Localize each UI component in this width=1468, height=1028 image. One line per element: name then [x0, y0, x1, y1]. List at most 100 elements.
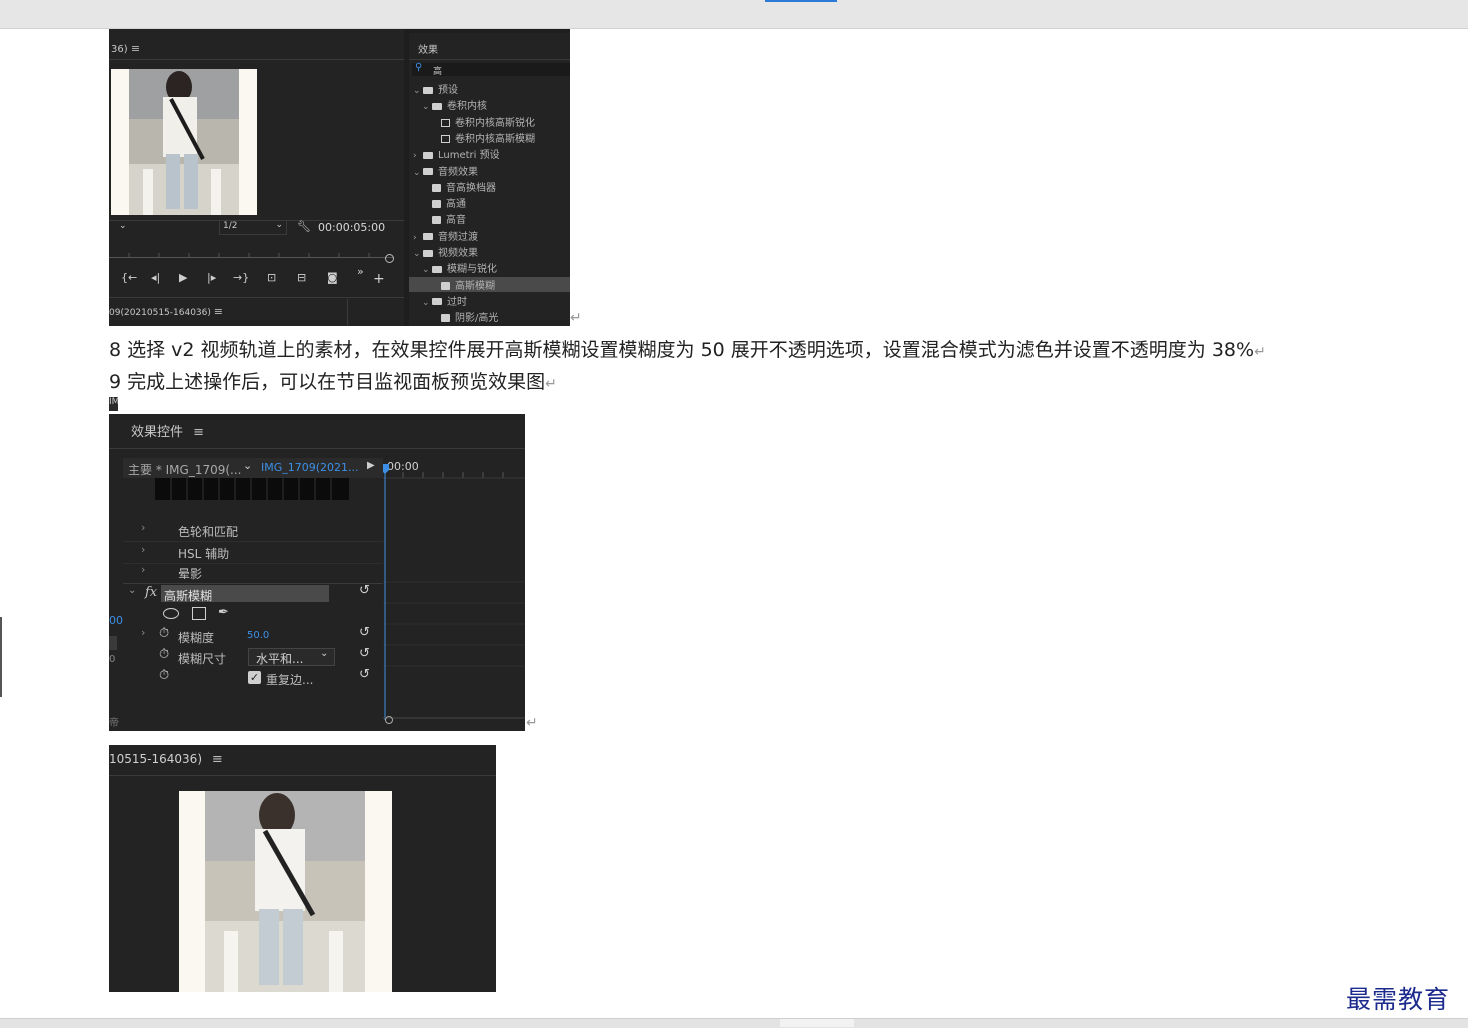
menu-icon[interactable]: ≡ — [214, 305, 223, 318]
zoom-handle[interactable] — [385, 716, 393, 724]
chevron-right-icon[interactable]: › — [141, 521, 145, 534]
chevron-right-icon[interactable]: › — [141, 543, 145, 556]
playhead-end-handle[interactable] — [385, 254, 394, 263]
wrench-icon[interactable]: 🔧︎ — [297, 220, 311, 233]
effects-tree-item[interactable]: ⌄ 卷积内核 — [409, 97, 570, 112]
chevron-right-icon[interactable]: › — [141, 626, 145, 639]
camera-icon[interactable]: ◙ — [327, 271, 338, 284]
stopwatch-icon[interactable]: ⏱︎ — [159, 647, 169, 662]
effects-tree-label: 高通 — [446, 199, 466, 211]
effects-tree-item[interactable]: ⌄ 音频效果 — [409, 163, 570, 178]
repeat-edge-checkbox[interactable]: ✓ — [248, 671, 261, 684]
effects-tree-label: 视频效果 — [438, 248, 478, 259]
effects-tree-item[interactable]: 高通 — [409, 195, 570, 210]
thumbnail-frames — [170, 478, 332, 500]
zoom-select[interactable]: 1/2 ⌄ — [219, 220, 287, 235]
blur-dimensions-select[interactable]: 水平和... ⌄ — [248, 648, 335, 666]
chevron-right-icon[interactable]: › — [413, 233, 423, 243]
effects-tree-label: 模糊与锐化 — [447, 264, 497, 276]
effects-panel-title[interactable]: 效果 — [418, 41, 438, 56]
time-ruler[interactable] — [109, 243, 393, 258]
effects-tree-item[interactable]: ⌄ 预设 — [409, 81, 570, 96]
effect-icon — [441, 314, 450, 323]
effect-controls-title[interactable]: 效果控件 ≡ — [131, 421, 204, 440]
step-forward-icon[interactable]: |▸ — [207, 271, 216, 284]
divider — [109, 448, 525, 449]
bottom-tab[interactable]: 09(20210515-164036) ≡ — [109, 305, 223, 318]
add-icon[interactable]: + — [373, 271, 385, 287]
reset-icon[interactable]: ↺ — [359, 646, 370, 661]
reset-icon[interactable]: ↺ — [359, 583, 370, 598]
pen-mask-icon[interactable]: ✒ — [218, 605, 229, 620]
effects-tree-item[interactable]: 卷积内核高斯模糊 — [409, 130, 570, 145]
effects-search-field[interactable]: ⚲ 高 — [412, 62, 570, 77]
effects-tree-item[interactable]: 高斯模糊 — [409, 276, 570, 292]
step-back-icon[interactable]: ◂| — [151, 271, 160, 284]
play-icon[interactable]: ▶ — [179, 271, 187, 284]
effects-tree-label: 卷积内核高斯模糊 — [455, 133, 535, 145]
mark-in-icon[interactable]: {← — [121, 271, 137, 284]
folder-icon — [423, 233, 433, 241]
master-clip-label[interactable]: 主要 * IMG_1709(... — [128, 461, 242, 478]
chevron-down-icon[interactable]: ⌄ — [413, 86, 423, 96]
play-triangle-icon[interactable]: ▶ — [367, 460, 375, 471]
gaussian-blur-row[interactable]: ⌄ fx 高斯模糊 — [123, 583, 383, 604]
step8-text: 8 选择 v2 视频轨道上的素材，在效果控件展开高斯模糊设置模糊度为 50 展开… — [109, 339, 1255, 361]
folder-icon — [432, 298, 442, 306]
active-tab-indicator — [765, 0, 837, 2]
fx-toggle-icon[interactable]: fx — [145, 585, 157, 600]
chevron-down-icon[interactable]: ⌄ — [422, 265, 432, 275]
chevron-down-icon[interactable]: ⌄ — [422, 298, 432, 308]
scrollbar-thumb[interactable] — [780, 1019, 854, 1027]
program-monitor-title[interactable]: 10515-164036) ≡ — [109, 752, 223, 767]
ellipse-mask-icon[interactable] — [163, 608, 179, 619]
effects-tree-item[interactable]: ⌄ 视频效果 — [409, 244, 570, 259]
lift-icon[interactable]: ⊡ — [267, 271, 276, 284]
section-color-wheels[interactable]: › 色轮和匹配 — [123, 520, 383, 542]
more-icon[interactable]: » — [357, 265, 364, 278]
return-mark: ↵ — [570, 310, 582, 326]
blur-dimensions-label: 模糊尺寸 — [178, 652, 227, 666]
chevron-down-icon[interactable]: ⌄ — [243, 459, 252, 472]
rectangle-mask-icon[interactable] — [192, 607, 206, 620]
chevron-down-icon[interactable]: ⌄ — [119, 221, 127, 231]
preset-icon — [441, 134, 450, 143]
effects-tree-item[interactable]: 卷积内核高斯锐化 — [409, 114, 570, 129]
timecode[interactable]: 00:00:05:00 — [318, 221, 385, 234]
menu-icon[interactable]: ≡ — [131, 42, 140, 55]
chevron-down-icon[interactable]: ⌄ — [413, 249, 423, 259]
section-vignette[interactable]: › 晕影 — [123, 563, 383, 583]
reset-icon[interactable]: ↺ — [359, 667, 370, 682]
chevron-down-icon[interactable]: ⌄ — [128, 585, 136, 596]
effects-tree-item[interactable]: 音高换档器 — [409, 179, 570, 194]
chevron-down-icon[interactable]: ⌄ — [413, 168, 423, 178]
effects-tree-item[interactable]: 阴影/高光 — [409, 309, 570, 324]
reset-icon[interactable]: ↺ — [359, 625, 370, 640]
divider — [347, 299, 348, 326]
sequence-clip-label[interactable]: IMG_1709(2021... — [261, 461, 359, 474]
menu-icon[interactable]: ≡ — [212, 752, 223, 767]
stopwatch-icon[interactable]: ⏱︎ — [159, 668, 169, 683]
menu-icon[interactable]: ≡ — [193, 425, 204, 440]
effects-tree-label: Lumetri 预设 — [438, 150, 500, 162]
folder-icon — [423, 249, 433, 257]
step9-paragraph: 9 完成上述操作后，可以在节目监视面板预览效果图↵ — [109, 367, 557, 394]
effects-tree-item[interactable]: › Lumetri 预设 — [409, 146, 570, 161]
blurriness-value[interactable]: 50.0 — [247, 630, 269, 641]
section-label: 色轮和匹配 — [178, 525, 239, 539]
chevron-right-icon[interactable]: › — [141, 563, 145, 576]
mark-out-icon[interactable]: →} — [233, 271, 249, 284]
chevron-right-icon[interactable]: › — [413, 151, 423, 161]
bottom-tab-label: 09(20210515-164036) — [109, 308, 211, 318]
effects-tree-item[interactable]: 高音 — [409, 211, 570, 226]
chevron-down-icon[interactable]: ⌄ — [422, 102, 432, 112]
effects-tree-item[interactable]: ⌄ 模糊与锐化 — [409, 260, 570, 275]
effects-tree-item[interactable]: › 音频过渡 — [409, 228, 570, 243]
extract-icon[interactable]: ⊟ — [297, 271, 306, 284]
section-hsl[interactable]: › HSL 辅助 — [123, 542, 383, 564]
stopwatch-icon[interactable]: ⏱︎ — [159, 626, 169, 641]
monitor-title: 36) ≡ — [111, 42, 140, 55]
effects-tree-item[interactable]: ⌄ 过时 — [409, 293, 570, 308]
preset-folder-icon — [423, 151, 433, 159]
effects-tree: ⌄ 预设 ⌄ 卷积内核 卷积内核高斯锐化 卷积内核高斯模糊 › Lumetri 预设 ⌄ 音频效果… — [409, 81, 570, 326]
